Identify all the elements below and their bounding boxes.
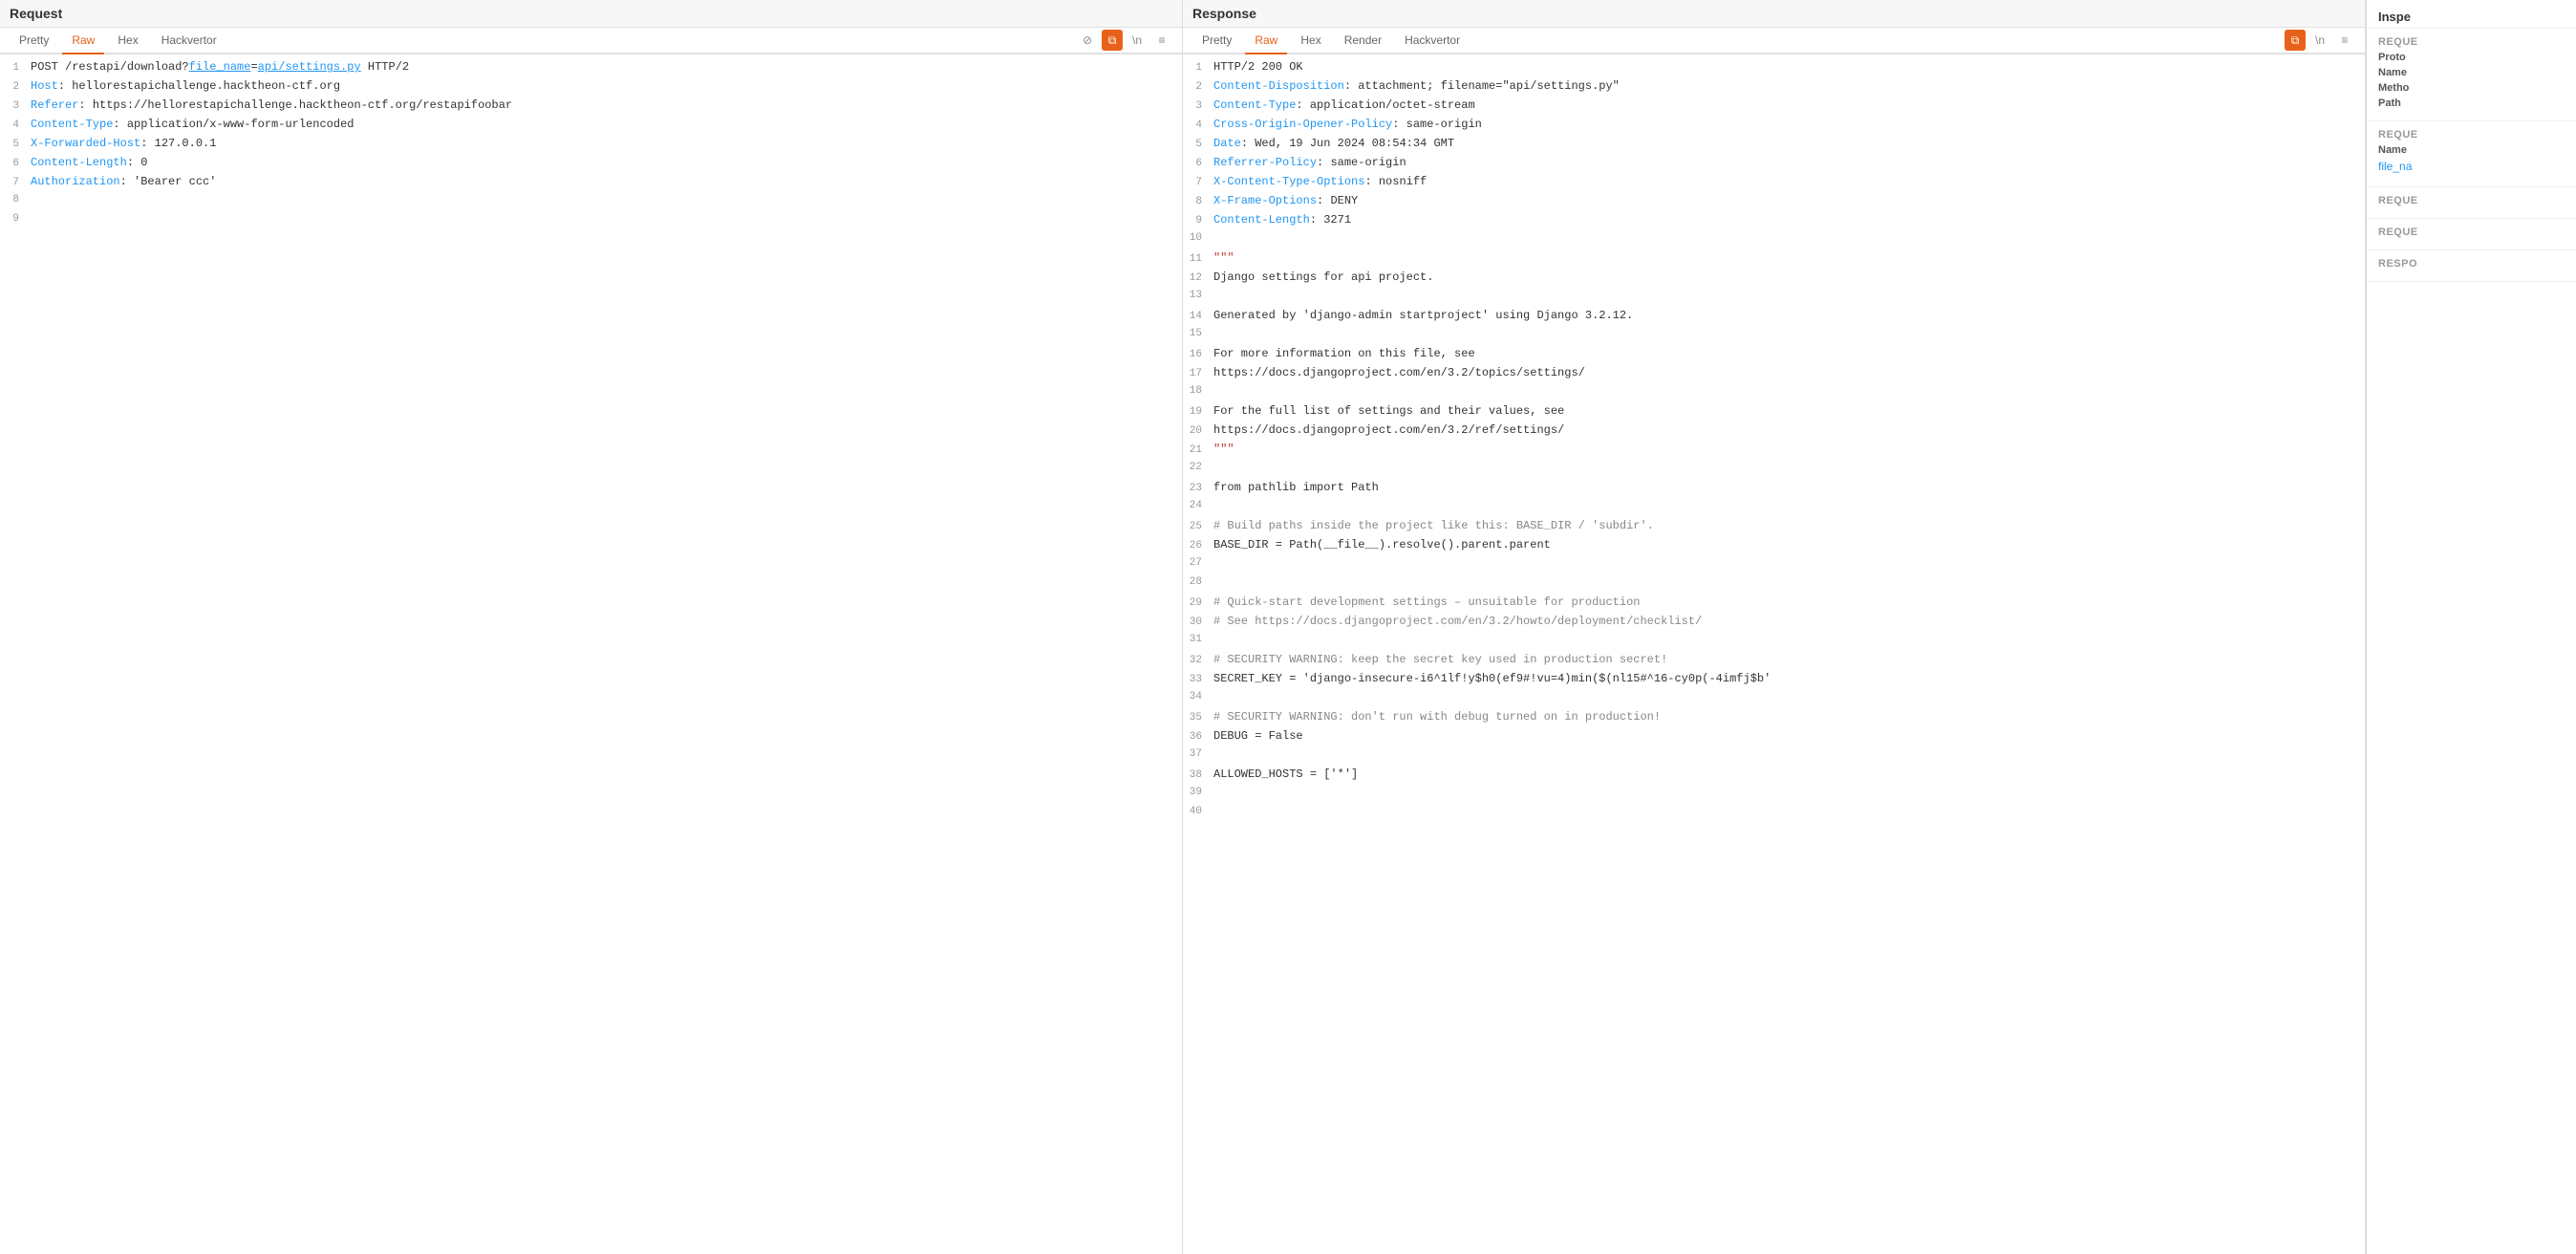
tab-request-pretty[interactable]: Pretty — [10, 28, 58, 54]
response-line-17: 17 https://docs.djangoproject.com/en/3.2… — [1183, 364, 2365, 383]
response-line-11: 11 """ — [1183, 249, 2365, 269]
response-line-37: 37 — [1183, 746, 2365, 766]
tab-response-render[interactable]: Render — [1335, 28, 1391, 54]
response-line-24: 24 — [1183, 498, 2365, 517]
inspector-section-req2: Reque — [2367, 187, 2576, 219]
response-line-36: 36 DEBUG = False — [1183, 727, 2365, 746]
response-line-29: 29 # Quick-start development settings – … — [1183, 594, 2365, 613]
request-line-8: 8 — [0, 192, 1182, 211]
request-line-7: 7 Authorization: 'Bearer ccc' — [0, 173, 1182, 192]
response-line-16: 16 For more information on this file, se… — [1183, 345, 2365, 364]
response-code-area: 1 HTTP/2 200 OK 2 Content-Disposition: a… — [1183, 54, 2365, 1254]
response-line-28: 28 — [1183, 574, 2365, 594]
request-line-1: 1 POST /restapi/download?file_name=api/s… — [0, 58, 1182, 77]
response-line-39: 39 — [1183, 785, 2365, 804]
response-line-13: 13 — [1183, 288, 2365, 307]
inspector-title: Inspe — [2367, 0, 2576, 29]
request-line-5: 5 X-Forwarded-Host: 127.0.0.1 — [0, 135, 1182, 154]
inspector-panel: Inspe Reque Proto Name Metho Path Reque … — [2366, 0, 2576, 1254]
response-line-19: 19 For the full list of settings and the… — [1183, 402, 2365, 422]
response-line-38: 38 ALLOWED_HOSTS = ['*'] — [1183, 766, 2365, 785]
request-menu-btn[interactable]: ≡ — [1151, 30, 1172, 51]
tab-request-raw[interactable]: Raw — [62, 28, 104, 54]
response-line-6: 6 Referrer-Policy: same-origin — [1183, 154, 2365, 173]
inspector-section-resp: Respo — [2367, 250, 2576, 282]
response-line-4: 4 Cross-Origin-Opener-Policy: same-origi… — [1183, 116, 2365, 135]
response-line-27: 27 — [1183, 555, 2365, 574]
response-line-12: 12 Django settings for api project. — [1183, 269, 2365, 288]
response-ln-btn[interactable]: \n — [2309, 30, 2330, 51]
inspector-section-request: Reque Proto Name Metho Path — [2367, 29, 2576, 121]
response-line-32: 32 # SECURITY WARNING: keep the secret k… — [1183, 651, 2365, 670]
main-content: Request Pretty Raw Hex Hackvertor ⊘ ⧉ \n… — [0, 0, 2576, 1254]
response-line-14: 14 Generated by 'django-admin startproje… — [1183, 307, 2365, 326]
response-panel-header: Response — [1183, 0, 2365, 28]
response-line-10: 10 — [1183, 230, 2365, 249]
response-title: Response — [1192, 6, 2355, 21]
tab-response-hackvertor[interactable]: Hackvertor — [1395, 28, 1470, 54]
response-line-26: 26 BASE_DIR = Path(__file__).resolve().p… — [1183, 536, 2365, 555]
response-line-35: 35 # SECURITY WARNING: don't run with de… — [1183, 708, 2365, 727]
inspector-section-params: Reque Name file_na — [2367, 121, 2576, 187]
request-title: Request — [10, 6, 1172, 21]
response-tab-bar: Pretty Raw Hex Render Hackvertor ⧉ \n ≡ — [1183, 28, 2365, 54]
response-line-33: 33 SECRET_KEY = 'django-insecure-i6^1lf!… — [1183, 670, 2365, 689]
tab-response-hex[interactable]: Hex — [1291, 28, 1330, 54]
response-line-23: 23 from pathlib import Path — [1183, 479, 2365, 498]
request-panel: Request Pretty Raw Hex Hackvertor ⊘ ⧉ \n… — [0, 0, 1183, 1254]
request-panel-header: Request — [0, 0, 1182, 28]
response-menu-btn[interactable]: ≡ — [2334, 30, 2355, 51]
response-tab-actions: ⧉ \n ≡ — [2285, 30, 2355, 51]
request-line-3: 3 Referer: https://hellorestapichallenge… — [0, 97, 1182, 116]
tab-response-raw[interactable]: Raw — [1245, 28, 1287, 54]
response-line-15: 15 — [1183, 326, 2365, 345]
response-line-40: 40 — [1183, 804, 2365, 823]
response-line-20: 20 https://docs.djangoproject.com/en/3.2… — [1183, 422, 2365, 441]
response-line-9: 9 Content-Length: 3271 — [1183, 211, 2365, 230]
tab-request-hackvertor[interactable]: Hackvertor — [152, 28, 226, 54]
response-line-8: 8 X-Frame-Options: DENY — [1183, 192, 2365, 211]
response-line-22: 22 — [1183, 460, 2365, 479]
tab-response-pretty[interactable]: Pretty — [1192, 28, 1241, 54]
request-line-6: 6 Content-Length: 0 — [0, 154, 1182, 173]
response-panel: Response Pretty Raw Hex Render Hackverto… — [1183, 0, 2366, 1254]
request-copy-btn[interactable]: ⧉ — [1102, 30, 1123, 51]
response-line-1: 1 HTTP/2 200 OK — [1183, 58, 2365, 77]
request-line-9: 9 — [0, 211, 1182, 230]
request-line-2: 2 Host: hellorestapichallenge.hacktheon-… — [0, 77, 1182, 97]
request-tab-actions: ⊘ ⧉ \n ≡ — [1077, 30, 1172, 51]
response-line-25: 25 # Build paths inside the project like… — [1183, 517, 2365, 536]
response-line-3: 3 Content-Type: application/octet-stream — [1183, 97, 2365, 116]
request-disable-btn[interactable]: ⊘ — [1077, 30, 1098, 51]
response-line-21: 21 """ — [1183, 441, 2365, 460]
response-line-18: 18 — [1183, 383, 2365, 402]
response-line-2: 2 Content-Disposition: attachment; filen… — [1183, 77, 2365, 97]
request-ln-btn[interactable]: \n — [1127, 30, 1148, 51]
tab-request-hex[interactable]: Hex — [108, 28, 147, 54]
response-line-7: 7 X-Content-Type-Options: nosniff — [1183, 173, 2365, 192]
response-line-31: 31 — [1183, 632, 2365, 651]
inspector-section-req3: Reque — [2367, 219, 2576, 250]
response-line-30: 30 # See https://docs.djangoproject.com/… — [1183, 613, 2365, 632]
response-line-34: 34 — [1183, 689, 2365, 708]
response-copy-btn[interactable]: ⧉ — [2285, 30, 2306, 51]
request-line-4: 4 Content-Type: application/x-www-form-u… — [0, 116, 1182, 135]
request-tab-bar: Pretty Raw Hex Hackvertor ⊘ ⧉ \n ≡ — [0, 28, 1182, 54]
request-code-area: 1 POST /restapi/download?file_name=api/s… — [0, 54, 1182, 1254]
response-line-5: 5 Date: Wed, 19 Jun 2024 08:54:34 GMT — [1183, 135, 2365, 154]
